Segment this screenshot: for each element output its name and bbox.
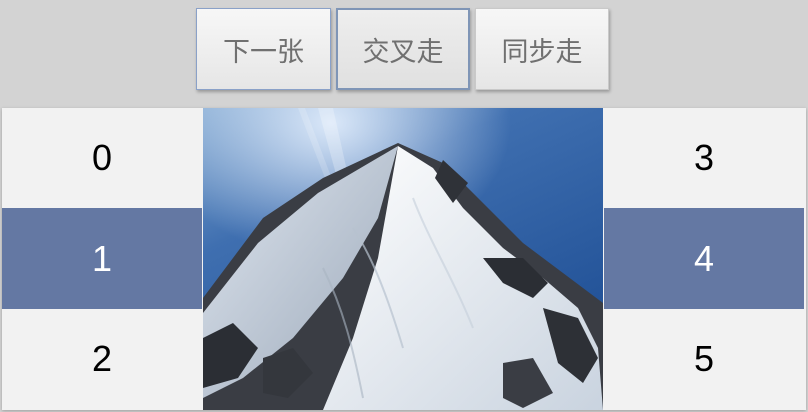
left-list-item-1[interactable]: 1 [2,208,202,309]
next-image-button[interactable]: 下一张 [196,8,331,90]
carousel-panel: 0 1 2 3 4 5 [2,108,806,410]
left-list-item-2[interactable]: 2 [2,309,202,409]
sync-walk-button[interactable]: 同步走 [475,8,609,90]
mountain-photo [203,108,603,410]
cross-walk-button[interactable]: 交叉走 [336,8,470,90]
right-list-item-5[interactable]: 5 [604,309,804,409]
left-list-item-0[interactable]: 0 [2,108,202,208]
right-list-item-4[interactable]: 4 [604,208,804,309]
right-list-item-3[interactable]: 3 [604,108,804,208]
toolbar: 下一张 交叉走 同步走 [0,0,808,100]
right-number-list: 3 4 5 [604,108,804,410]
left-number-list: 0 1 2 [2,108,202,410]
